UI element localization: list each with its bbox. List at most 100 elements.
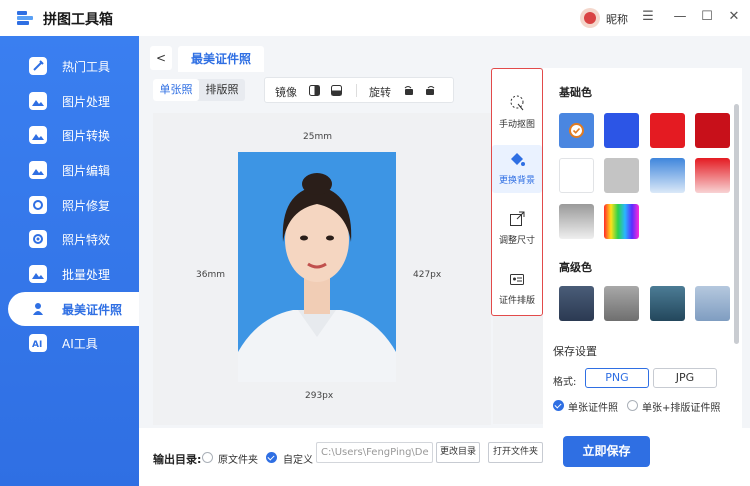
sidebar-item-hot-tools[interactable]: 热门工具 [8,49,139,83]
tools-icon [29,57,47,75]
svg-text:AI: AI [32,340,42,350]
avatar[interactable] [580,8,600,28]
option-single-radio[interactable] [553,400,564,411]
id-layout-tool[interactable]: 证件排版 [492,265,542,313]
photo-effect-icon [29,230,47,248]
sidebar-item-label: 照片修复 [62,198,111,213]
option-both-label: 单张+排版证件照 [642,403,721,414]
sidebar-item-label: 热门工具 [62,59,111,74]
tab-header: < 最美证件照 [150,46,440,72]
sidebar-item-label: 图片处理 [62,94,111,109]
color-panel-scrollbar[interactable] [734,104,739,344]
selected-check-icon [569,123,584,138]
swatch-white[interactable] [559,158,594,193]
tool-panel: 手动抠图 更换背景 调整尺寸 证件排版 [491,68,543,316]
nickname[interactable]: 昵称 [606,11,628,27]
panel-spacer [493,316,543,424]
lasso-icon [510,95,524,111]
sidebar-item-photo-repair[interactable]: 照片修复 [8,188,139,222]
option-single-label: 单张证件照 [568,403,618,414]
edit-toolbar: 镜像 旋转 [264,77,454,103]
manual-cutout-tool[interactable]: 手动抠图 [492,89,542,137]
height-px-label: 427px [413,270,442,280]
divider [356,84,357,97]
option-both-radio[interactable] [627,400,638,411]
sidebar-item-label: AI工具 [62,336,98,351]
basic-color-title: 基础色 [559,86,592,99]
output-path-input[interactable]: C:\Users\FengPing\De [316,442,433,463]
rotate-left-icon[interactable] [403,85,414,96]
image-process-icon [29,92,47,110]
sidebar-item-image-process[interactable]: 图片处理 [8,84,139,118]
swatch-dark-red[interactable] [695,113,730,148]
swatch-gray-gradient[interactable] [559,204,594,239]
open-folder-button[interactable]: 打开文件夹 [488,442,543,463]
tool-label: 手动抠图 [498,120,535,130]
main-area: < 最美证件照 单张照 排版照 镜像 旋转 25mm 36mm 427px 29… [139,36,750,486]
resize-tool[interactable]: 调整尺寸 [492,205,542,253]
batch-icon [29,265,47,283]
format-jpg-button[interactable]: JPG [653,368,717,388]
save-now-button[interactable]: 立即保存 [563,436,650,467]
close-icon[interactable]: ✕ [726,9,742,25]
tab-id-photo[interactable]: 最美证件照 [178,46,264,72]
original-folder-radio[interactable] [202,452,213,463]
swatch-red-gradient[interactable] [695,158,730,193]
sidebar-item-label: 照片特效 [62,232,111,247]
advanced-color-title: 高级色 [559,261,592,274]
format-label: 格式: [553,377,577,388]
image-edit-icon [29,161,47,179]
width-px-label: 293px [305,391,334,401]
sidebar-item-label: 图片编辑 [62,163,111,178]
mode-layout[interactable]: 排版照 [199,79,245,101]
swatch-gray[interactable] [604,158,639,193]
swatch-red[interactable] [650,113,685,148]
paint-bucket-icon [511,153,525,166]
mirror-horizontal-icon[interactable] [309,85,320,96]
bottom-bar: 输出目录: 原文件夹 自定义 C:\Users\FengPing\De 更改目录… [139,428,750,486]
id-card-icon [510,274,524,285]
swatch-blue-gradient[interactable] [650,158,685,193]
tool-label: 调整尺寸 [498,236,535,246]
format-png-button[interactable]: PNG [585,368,649,388]
back-button[interactable]: < [150,46,172,70]
swatch-steel-blue[interactable] [695,286,730,321]
rotate-right-icon[interactable] [425,85,436,96]
sidebar-item-id-photo[interactable]: 最美证件照 [8,292,139,326]
sidebar-item-photo-effect[interactable]: 照片特效 [8,222,139,256]
mirror-vertical-icon[interactable] [331,85,342,96]
sidebar-item-label: 图片转换 [62,128,111,143]
custom-folder-radio[interactable] [266,452,277,463]
ai-icon: AI [29,334,47,352]
swatch-navy[interactable] [559,286,594,321]
sidebar-item-label: 批量处理 [62,267,111,282]
mode-switch: 单张照 排版照 [153,79,245,101]
id-photo-preview [238,152,396,382]
swatch-light-blue[interactable] [559,113,594,148]
app-window: 拼图工具箱 昵称 ☰ — ☐ ✕ 热门工具 图片处理 图片转换 图片编辑 照片修… [0,0,750,486]
maximize-icon[interactable]: ☐ [699,9,715,25]
change-dir-button[interactable]: 更改目录 [436,442,480,463]
height-mm-label: 36mm [196,270,225,280]
portrait-image [238,173,396,382]
mode-single[interactable]: 单张照 [153,79,199,101]
output-dir-label: 输出目录: [153,453,202,466]
title-bar: 拼图工具箱 昵称 ☰ — ☐ ✕ [0,0,750,36]
menu-icon[interactable]: ☰ [640,9,656,25]
swatch-blue[interactable] [604,113,639,148]
sidebar-item-image-convert[interactable]: 图片转换 [8,118,139,152]
sidebar-item-image-edit[interactable]: 图片编辑 [8,153,139,187]
sidebar-item-ai[interactable]: AI AI工具 [8,326,139,360]
change-background-tool[interactable]: 更换背景 [492,145,542,193]
preview-canvas: 25mm 36mm 427px 293px [153,113,491,425]
mirror-label: 镜像 [275,86,297,99]
swatch-slate-gray[interactable] [604,286,639,321]
image-convert-icon [29,126,47,144]
minimize-icon[interactable]: — [672,9,688,25]
custom-folder-label: 自定义 [283,455,313,466]
id-photo-icon [29,300,47,318]
sidebar-item-batch[interactable]: 批量处理 [8,257,139,291]
swatch-teal[interactable] [650,286,685,321]
swatch-rainbow[interactable] [604,204,639,239]
app-logo-icon [17,11,33,25]
